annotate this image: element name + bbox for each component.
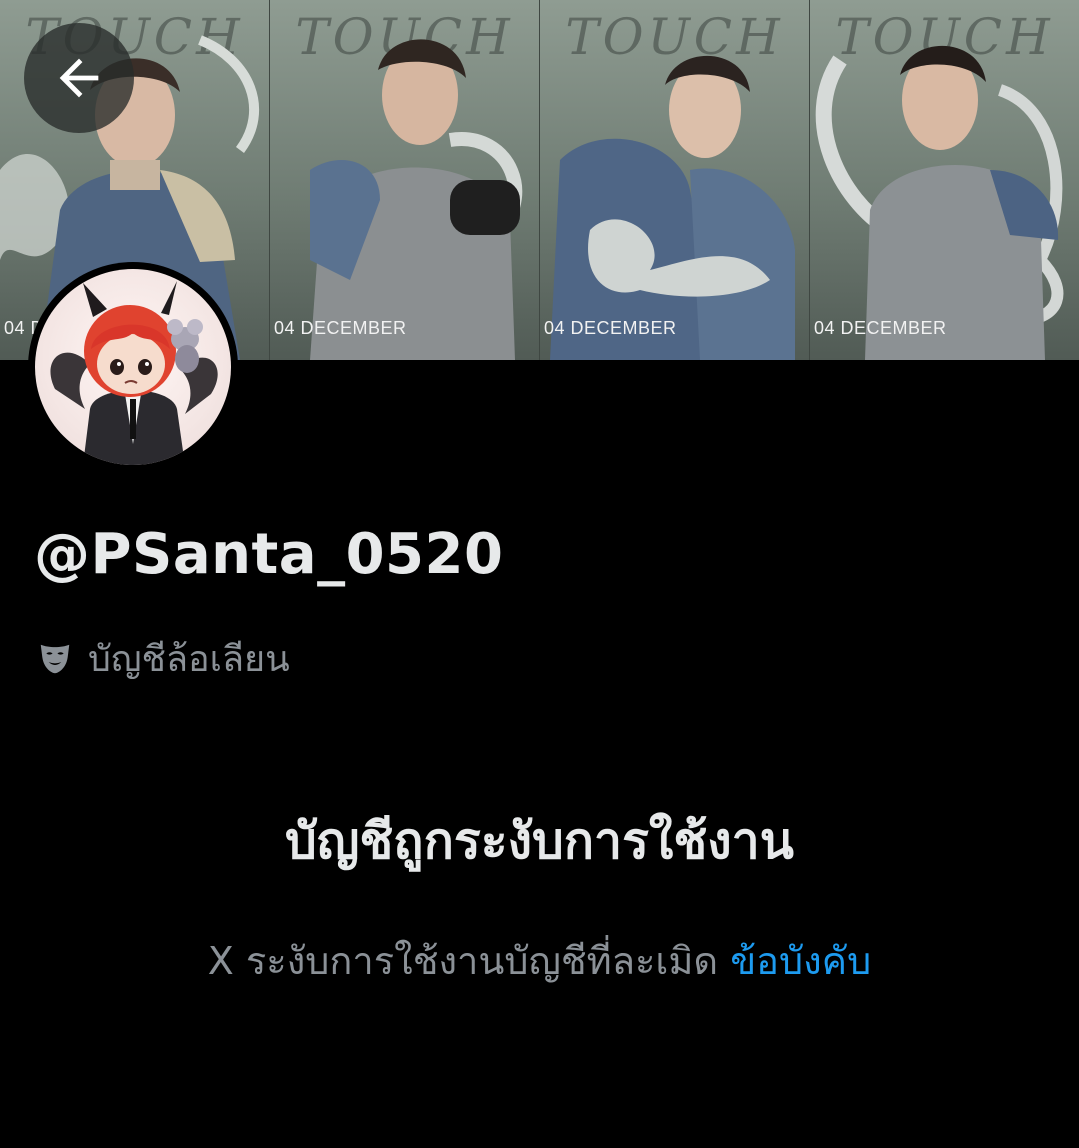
- parody-mask-icon: [40, 644, 70, 673]
- banner-poster-4: TOUCH 04 DECEMBER: [810, 0, 1079, 360]
- rules-link[interactable]: ข้อบังคับ: [730, 939, 871, 983]
- parody-label: บัญชีล้อเลียน: [88, 639, 290, 680]
- poster-figure-image: [310, 39, 523, 360]
- back-button[interactable]: [24, 23, 134, 133]
- suspended-title: บัญชีถูกระงับการใช้งาน: [285, 812, 794, 870]
- arrow-left-icon: [59, 58, 99, 98]
- parody-badge: บัญชีล้อเลียน: [36, 630, 290, 687]
- suspended-description-text: X ระงับการใช้งานบัญชีที่ละเมิด: [207, 939, 731, 983]
- poster-date: 04 DECEMBER: [544, 318, 677, 338]
- avatar-image: [35, 269, 231, 465]
- poster-date: 04 DECEMBER: [814, 318, 947, 338]
- suspended-description: X ระงับการใช้งานบัญชีที่ละเมิด ข้อบังคับ: [0, 930, 1079, 991]
- banner-poster-3: TOUCH 04 DECEMBER: [540, 0, 810, 360]
- poster-date: 04 DECEMBER: [274, 318, 407, 338]
- poster-figure-image: [815, 45, 1064, 360]
- avatar[interactable]: [28, 262, 238, 472]
- banner-poster-2: TOUCH 04 DECEMBER: [270, 0, 540, 360]
- profile-handle: @PSanta_0520: [34, 522, 504, 587]
- poster-figure-image: [550, 55, 795, 360]
